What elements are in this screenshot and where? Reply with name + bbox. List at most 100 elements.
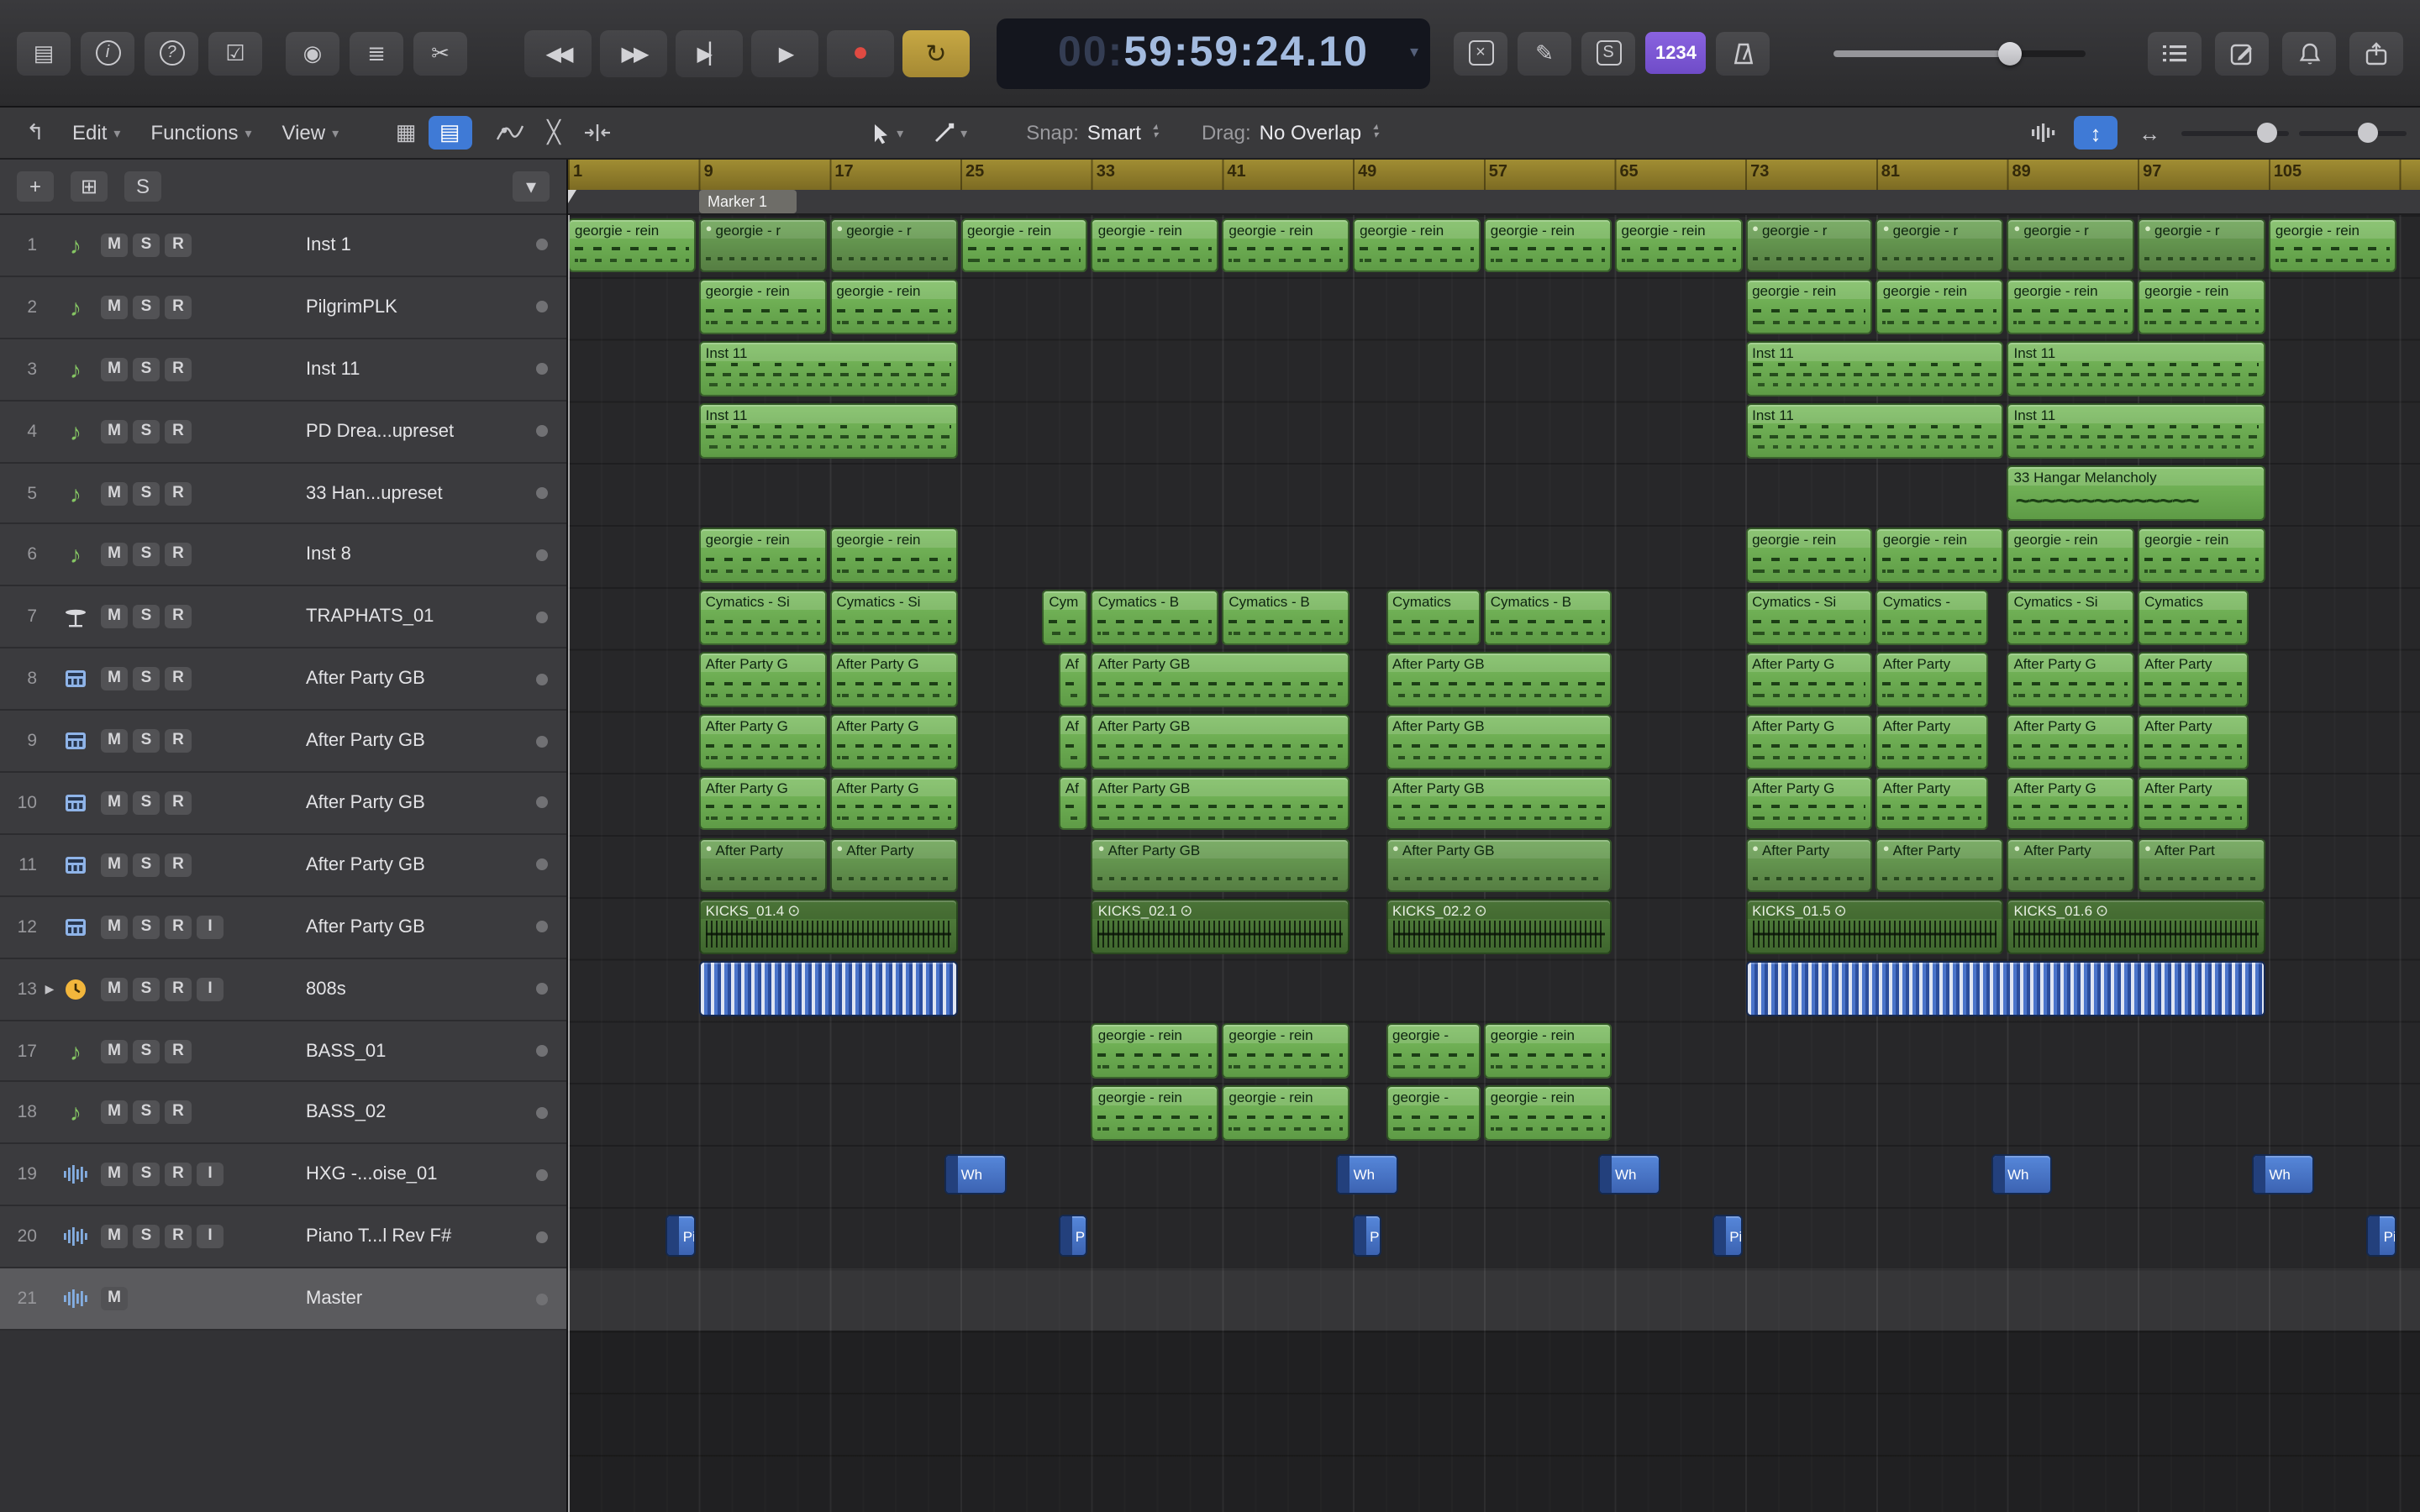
- region[interactable]: Inst 11: [2007, 403, 2265, 459]
- record-button[interactable]: ●: [827, 29, 894, 76]
- track-name[interactable]: Inst 1: [232, 235, 536, 255]
- region[interactable]: ● georgie - r: [1745, 218, 1873, 273]
- region[interactable]: georgie - rein: [568, 218, 696, 273]
- solo-button[interactable]: S: [133, 729, 160, 753]
- lcd-display[interactable]: 00: 59:59:24.10 ▾: [997, 18, 1430, 88]
- region[interactable]: After Party: [2138, 713, 2249, 769]
- region[interactable]: KICKS_02.1 ⊙: [1091, 899, 1350, 955]
- track-header-row[interactable]: 5 ♪ M S R 33 Han...upreset: [0, 463, 566, 525]
- edit-menu[interactable]: Edit ▾: [72, 121, 120, 144]
- region[interactable]: georgie - rein: [698, 528, 827, 583]
- mute-button[interactable]: M: [101, 605, 128, 629]
- cycle-button[interactable]: ↻: [902, 29, 970, 76]
- region[interactable]: georgie - rein: [829, 279, 957, 335]
- record-enable-button[interactable]: R: [165, 1163, 192, 1187]
- playhead-handle[interactable]: [568, 190, 576, 203]
- region[interactable]: georgie - rein: [2138, 528, 2265, 583]
- horizontal-zoom-slider[interactable]: [2299, 123, 2407, 143]
- mute-button[interactable]: M: [101, 1287, 128, 1311]
- rewind-button[interactable]: ◀◀: [524, 29, 592, 76]
- view-menu[interactable]: View ▾: [282, 121, 339, 144]
- record-enable-button[interactable]: R: [165, 729, 192, 753]
- share-button[interactable]: [2349, 31, 2403, 75]
- track-name[interactable]: TRAPHATS_01: [232, 607, 536, 627]
- input-monitor-button[interactable]: I: [197, 1163, 224, 1187]
- solo-button[interactable]: S: [133, 295, 160, 319]
- mute-button[interactable]: M: [101, 481, 128, 505]
- solo-button[interactable]: S: [133, 667, 160, 691]
- region[interactable]: ● After Party: [829, 837, 957, 893]
- notifications-button[interactable]: [2282, 31, 2336, 75]
- region[interactable]: georgie - rein: [1745, 528, 1873, 583]
- waveform-zoom-button[interactable]: [2020, 116, 2064, 150]
- track-name[interactable]: PilgrimPLK: [232, 297, 536, 318]
- track-header-row[interactable]: 4 ♪ M S R PD Drea...upreset: [0, 401, 566, 464]
- track-name[interactable]: PD Drea...upreset: [232, 421, 536, 441]
- track-name[interactable]: BASS_02: [232, 1103, 536, 1123]
- track-header-row[interactable]: 6 ♪ M S R Inst 8: [0, 524, 566, 587]
- region[interactable]: Pi: [1058, 1215, 1088, 1257]
- solo-button[interactable]: S: [133, 1100, 160, 1125]
- region[interactable]: After Party G: [698, 713, 827, 769]
- region[interactable]: Cymatics - B: [1091, 589, 1219, 645]
- record-enable-button[interactable]: R: [165, 1225, 192, 1249]
- bar-ruler[interactable]: 1 9 17 25 33 41 49 57 65 73 81 89 97 105: [568, 160, 2420, 190]
- metronome-button[interactable]: [1716, 31, 1770, 75]
- region[interactable]: Cym: [1042, 589, 1088, 645]
- region[interactable]: Cymatics - Si: [1745, 589, 1873, 645]
- track-name[interactable]: After Party GB: [232, 855, 536, 875]
- region[interactable]: Wh: [2252, 1153, 2315, 1195]
- region[interactable]: After Party GB: [1386, 651, 1612, 707]
- automation-button[interactable]: [488, 116, 532, 150]
- lcd-chevron-icon[interactable]: ▾: [1410, 43, 1418, 61]
- region[interactable]: ● georgie - r: [1876, 218, 2004, 273]
- smart-controls-button[interactable]: ◉: [286, 31, 339, 75]
- track-header-row[interactable]: 2 ♪ M S R PilgrimPLK: [0, 276, 566, 339]
- mute-button[interactable]: M: [101, 977, 128, 1001]
- record-enable-button[interactable]: R: [165, 853, 192, 877]
- mute-button[interactable]: M: [101, 853, 128, 877]
- mute-button[interactable]: M: [101, 233, 128, 257]
- region[interactable]: After Party G: [2007, 775, 2135, 831]
- solo-button[interactable]: S: [133, 233, 160, 257]
- region[interactable]: 33 Hangar Melancholy ~~~~~~~~~~~~~~: [2007, 465, 2265, 521]
- library-button[interactable]: ▤: [17, 31, 71, 75]
- snap-menu[interactable]: Snap: Smart ▴ ▾: [1026, 121, 1158, 144]
- region[interactable]: Inst 11: [698, 403, 957, 459]
- region[interactable]: Cymatics - B: [1222, 589, 1350, 645]
- region[interactable]: After Party G: [1745, 775, 1873, 831]
- mute-button[interactable]: M: [101, 1039, 128, 1063]
- region[interactable]: ● georgie - r: [829, 218, 957, 273]
- region[interactable]: Inst 11: [698, 341, 957, 397]
- region[interactable]: Inst 11: [1745, 403, 2004, 459]
- solo-button[interactable]: S: [133, 790, 160, 815]
- duplicate-track-button[interactable]: ⊞: [71, 171, 108, 202]
- region[interactable]: georgie - rein: [1222, 1085, 1350, 1141]
- catch-playhead-button[interactable]: ↰: [13, 116, 57, 150]
- region[interactable]: Cymatics: [2138, 589, 2249, 645]
- track-header-row[interactable]: 3 ♪ M S R Inst 11: [0, 339, 566, 402]
- region[interactable]: Pi: [666, 1215, 696, 1257]
- region[interactable]: Wh: [944, 1153, 1007, 1195]
- solo-button[interactable]: S: [133, 1039, 160, 1063]
- vertical-zoom-button[interactable]: ↕: [2074, 116, 2118, 150]
- slider-thumb[interactable]: [2358, 123, 2379, 143]
- mute-button[interactable]: M: [101, 915, 128, 939]
- editors-button[interactable]: ✂: [413, 31, 467, 75]
- region[interactable]: After Party G: [829, 713, 957, 769]
- region[interactable]: After Party G: [829, 775, 957, 831]
- track-name[interactable]: Piano T...l Rev F#: [232, 1226, 536, 1247]
- region[interactable]: KICKS_01.5 ⊙: [1745, 899, 2004, 955]
- slider-thumb[interactable]: [2256, 123, 2277, 143]
- track-header-row[interactable]: 21 M Master: [0, 1268, 566, 1331]
- track-name[interactable]: After Party GB: [232, 731, 536, 751]
- ruler[interactable]: 1 9 17 25 33 41 49 57 65 73 81 89 97 105 Marker 1: [568, 160, 2420, 215]
- region[interactable]: After Party: [2138, 775, 2249, 831]
- region[interactable]: Wh: [1597, 1153, 1660, 1195]
- volume-thumb[interactable]: [1997, 41, 2021, 65]
- disclosure-triangle-icon[interactable]: ▶: [42, 982, 57, 995]
- solo-button[interactable]: S: [133, 977, 160, 1001]
- region[interactable]: Cymatics - Si: [829, 589, 957, 645]
- add-track-button[interactable]: +: [17, 171, 54, 202]
- mute-button[interactable]: M: [101, 1163, 128, 1187]
